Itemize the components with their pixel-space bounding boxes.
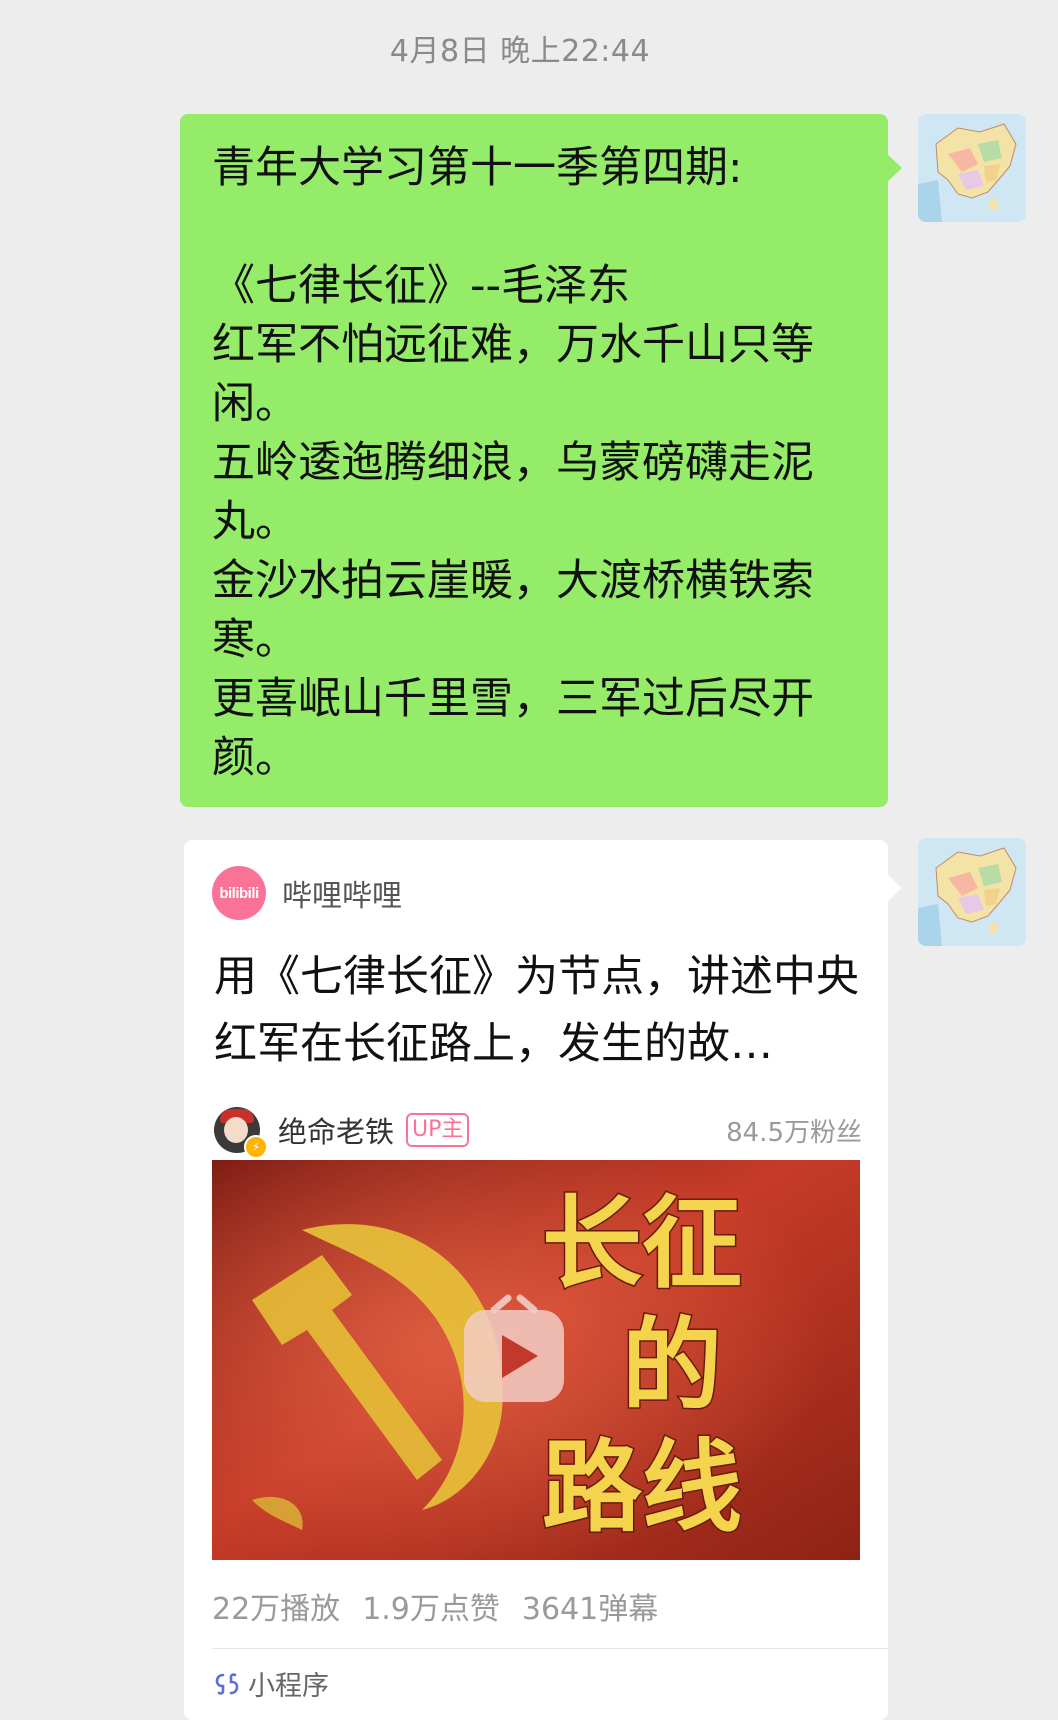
app-name: 哔哩哔哩	[282, 879, 402, 914]
text-message-bubble[interactable]: 青年大学习第十一季第四期: 《七律长征》--毛泽东 红军不怕远征难，万水千山只等…	[180, 114, 902, 807]
lightning-badge-icon: ⚡	[244, 1135, 268, 1159]
up-tag-badge: UP主	[406, 1113, 470, 1147]
message-line: 金沙水拍云崖暖，大渡桥横铁索寒。	[212, 556, 814, 665]
china-map-icon	[918, 114, 1026, 222]
overlay-text: 的	[622, 1306, 722, 1424]
play-icon	[464, 1294, 564, 1402]
message-line: 红军不怕远征难，万水千山只等闲。	[212, 320, 814, 429]
uploader-name: 绝命老铁	[278, 1115, 395, 1149]
bilibili-mini-program-card[interactable]: bilibili 哔哩哔哩 用《七律长征》为节点，讲述中央红军在长征路上，发生的…	[184, 840, 902, 1720]
video-title[interactable]: 用《七律长征》为节点，讲述中央红军在长征路上，发生的故…	[214, 944, 864, 1078]
uploader-avatar: ⚡	[214, 1107, 268, 1159]
fan-count: 84.5万粉丝	[726, 1117, 862, 1148]
message-line: 《七律长征》--毛泽东	[212, 261, 631, 311]
like-count: 1.9万点赞	[362, 1592, 500, 1627]
danmaku-count: 3641弹幕	[521, 1592, 659, 1627]
overlay-text: 路线	[542, 1428, 742, 1546]
mini-program-icon	[215, 1672, 239, 1695]
video-thumbnail[interactable]: 长征 的 路线	[212, 1160, 860, 1560]
card-divider	[212, 1648, 888, 1649]
overlay-text: 长征	[542, 1184, 742, 1302]
card-header: bilibili 哔哩哔哩	[212, 866, 402, 920]
message-timestamp: 4月8日 晚上22:44	[389, 34, 651, 69]
message-line: 青年大学习第十一季第四期:	[212, 143, 743, 193]
bilibili-logo-icon: bilibili	[212, 866, 266, 920]
video-stats: 22万播放 1.9万点赞 3641弹幕	[212, 1584, 658, 1628]
mini-program-footer: 小程序	[214, 1664, 329, 1703]
play-count: 22万播放	[212, 1592, 341, 1627]
uploader-row: ⚡ 绝命老铁 UP主 84.5万粉丝	[214, 1102, 862, 1159]
user-avatar[interactable]	[918, 114, 1026, 222]
user-avatar[interactable]	[918, 838, 1026, 946]
mini-program-label: 小程序	[248, 1671, 329, 1702]
message-line: 更喜岷山千里雪，三军过后尽开颜。	[212, 674, 814, 783]
message-blank-line	[212, 198, 858, 257]
china-map-icon	[918, 838, 1026, 946]
message-line: 五岭逶迤腾细浪，乌蒙磅礴走泥丸。	[212, 438, 814, 547]
